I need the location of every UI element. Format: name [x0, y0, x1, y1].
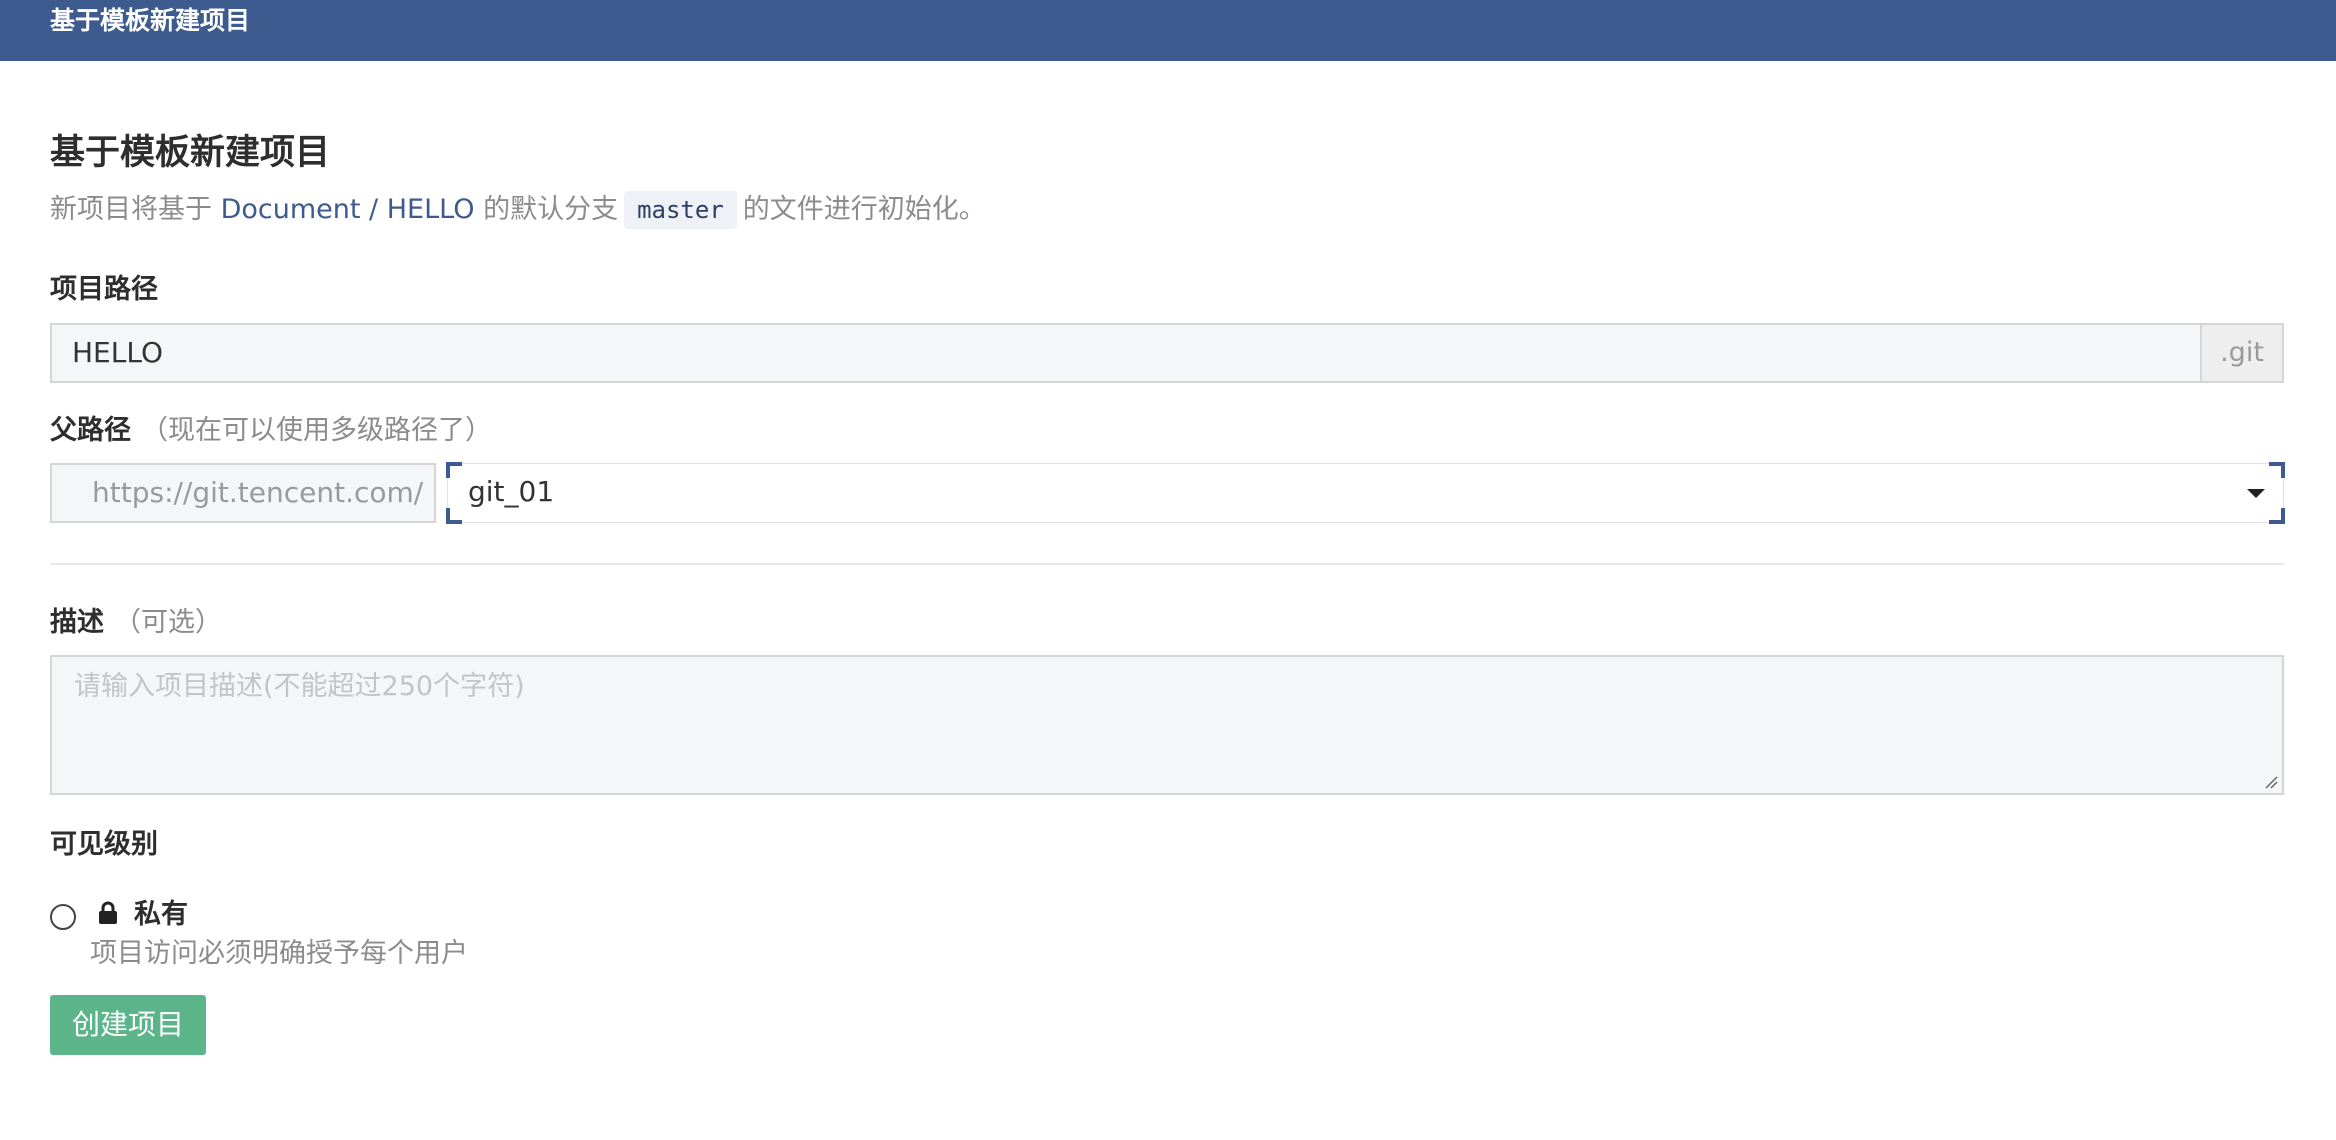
parent-path-hint: （现在可以使用多级路径了） [141, 415, 492, 446]
focus-corner-icon [446, 508, 462, 524]
top-header-bar: 基于模板新建项目 [0, 0, 2336, 61]
parent-path-label-text: 父路径 [50, 415, 131, 446]
parent-path-selected-value: git_01 [468, 475, 555, 508]
git-suffix-addon: .git [2200, 323, 2284, 383]
description-textarea[interactable]: 请输入项目描述(不能超过250个字符) [50, 655, 2284, 795]
private-radio-label[interactable]: 私有 [134, 895, 188, 935]
parent-path-select[interactable]: git_01 [446, 462, 2285, 524]
private-radio[interactable] [50, 904, 76, 930]
page-description: 新项目将基于 Document / HELLO 的默认分支 master 的文件进行… [50, 190, 986, 230]
description-prefix: 新项目将基于 [50, 194, 221, 225]
description-suffix: 的文件进行初始化。 [742, 194, 986, 225]
branch-badge: master [624, 191, 737, 229]
description-placeholder: 请输入项目描述(不能超过250个字符) [74, 671, 525, 702]
chevron-down-icon [2247, 489, 2265, 498]
private-radio-help: 项目访问必须明确授予每个用户 [90, 938, 468, 969]
project-path-input[interactable]: HELLO [50, 323, 2202, 383]
parent-path-prefix-input: https://git.tencent.com/ [50, 463, 436, 523]
focus-corner-icon [2269, 508, 2285, 524]
create-project-button[interactable]: 创建项目 [50, 995, 206, 1055]
lock-icon [99, 901, 117, 924]
description-label-text: 描述 [50, 607, 104, 638]
description-middle: 的默认分支 [474, 194, 619, 225]
description-hint: （可选） [114, 607, 222, 638]
template-link[interactable]: Document / HELLO [221, 194, 475, 225]
parent-path-label: 父路径 （现在可以使用多级路径了） [50, 411, 492, 451]
description-label: 描述 （可选） [50, 603, 222, 643]
project-path-label: 项目路径 [50, 274, 158, 305]
page-title: 基于模板新建项目 [50, 133, 331, 173]
section-divider [50, 563, 2284, 565]
focus-corner-icon [446, 462, 462, 478]
visibility-label: 可见级别 [50, 829, 158, 860]
focus-corner-icon [2269, 462, 2285, 478]
header-title: 基于模板新建项目 [50, 6, 251, 35]
resize-handle-icon[interactable] [2264, 775, 2278, 789]
